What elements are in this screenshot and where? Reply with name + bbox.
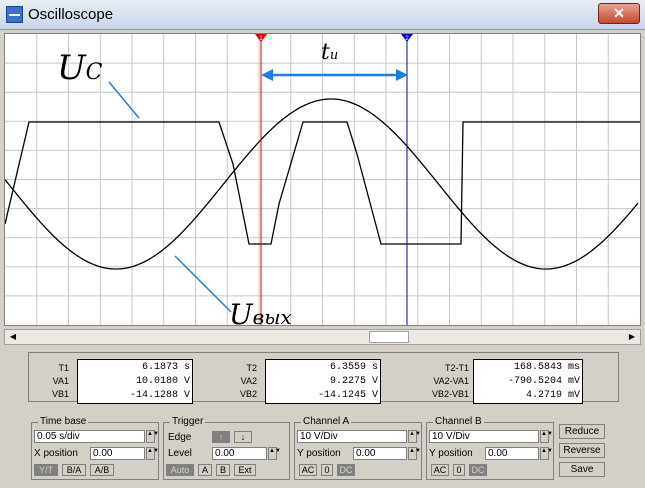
va1-value: 10.0180 — [135, 376, 178, 387]
t2-unit: s — [371, 362, 378, 373]
timebase-group: Time base 0.05 s/div ▲▼ X position 0.00 … — [31, 416, 159, 480]
timebase-title: Time base — [38, 416, 89, 427]
scroll-thumb[interactable] — [369, 331, 409, 343]
xpos-spin-icon[interactable]: ▲▼ — [146, 447, 159, 460]
ti-arrow-right-head — [396, 69, 408, 81]
t1-readout: 6.1873 s 10.0180 V -14.1288 V — [77, 359, 193, 404]
vb2-unit: V — [371, 390, 378, 401]
title-bar: Oscilloscope ✕ — [0, 0, 645, 30]
ab-button[interactable]: A/B — [90, 464, 114, 476]
ti-arrow-left-head — [261, 69, 273, 81]
t1-value: 6.1873 — [141, 362, 178, 373]
channel-b-dc-button[interactable]: DC — [469, 464, 487, 476]
horizontal-scrollbar[interactable]: ◀ ▶ — [4, 329, 641, 345]
uvyx-label: Uвых — [229, 298, 292, 331]
channel-a-zero-button[interactable]: 0 — [321, 464, 333, 476]
rising-edge-icon[interactable]: ↑ — [212, 431, 230, 443]
t1-label: T1 — [58, 363, 69, 373]
channel-b-ypos[interactable]: 0.00 — [485, 447, 539, 460]
channel-a-group: Channel A 10 V/Div ▲▼ Y position 0.00 ▲▼… — [294, 416, 422, 480]
channel-a-ypos-spin-icon[interactable]: ▲▼ — [408, 447, 421, 460]
channel-a-ac-button[interactable]: AC — [299, 464, 317, 476]
va2-label: VA2 — [240, 376, 257, 386]
channel-a-scale[interactable]: 10 V/Div — [297, 430, 407, 443]
dt-unit: ms — [567, 362, 580, 373]
falling-edge-icon[interactable]: ↓ — [234, 431, 252, 443]
trigger-title: Trigger — [170, 416, 206, 427]
level-label: Level — [168, 448, 192, 459]
xpos-field[interactable]: 0.00 — [90, 447, 145, 460]
trigger-a-button[interactable]: A — [198, 464, 212, 476]
yt-button[interactable]: Y/T — [34, 464, 58, 476]
va1-label: VA1 — [52, 376, 69, 386]
save-button[interactable]: Save — [559, 462, 605, 477]
reduce-button[interactable]: Reduce — [559, 424, 605, 439]
scroll-right-icon[interactable]: ▶ — [624, 330, 640, 344]
va2-unit: V — [371, 376, 378, 387]
reverse-button[interactable]: Reverse — [559, 443, 605, 458]
vb1-label: VB1 — [51, 389, 69, 399]
ba-button[interactable]: B/A — [62, 464, 86, 476]
oscilloscope-icon — [6, 6, 23, 23]
dvb-unit: mV — [567, 390, 580, 401]
vb1-unit: V — [183, 390, 190, 401]
channel-a-ypos-label: Y position — [297, 448, 341, 459]
scroll-left-icon[interactable]: ◀ — [5, 330, 21, 344]
vb2-label: VB2 — [239, 389, 257, 399]
ext-button[interactable]: Ext — [234, 464, 256, 476]
channel-b-title: Channel B — [433, 416, 484, 427]
va1-unit: V — [183, 376, 190, 387]
t1-unit: s — [183, 362, 190, 373]
trigger-group: Trigger Edge ↑ ↓ Level 0.00 ▲▼ Auto A B … — [163, 416, 290, 480]
uvyx-pointer — [174, 255, 232, 313]
timebase-spin-icon[interactable]: ▲▼ — [146, 430, 159, 443]
dvb-label: VB2-VB1 — [431, 389, 469, 399]
channel-b-scale-spin-icon[interactable]: ▲▼ — [540, 430, 553, 443]
dva-unit: mV — [567, 376, 580, 387]
va2-value: 9.2275 — [329, 376, 366, 387]
channel-b-ac-button[interactable]: AC — [431, 464, 449, 476]
dva-value: -790.5204 — [507, 376, 562, 387]
delta-readout: 168.5843 ms -790.5204 mV 4.2719 mV — [473, 359, 583, 404]
channel-b-scale[interactable]: 10 V/Div — [429, 430, 539, 443]
channel-a-title: Channel A — [301, 416, 352, 427]
channel-a-ypos[interactable]: 0.00 — [353, 447, 407, 460]
dt-label: T2-T1 — [444, 363, 469, 373]
dva-label: VA2-VA1 — [433, 376, 469, 386]
window-title: Oscilloscope — [28, 6, 114, 23]
measurement-readout: T1 VA1 VB1 6.1873 s 10.0180 V -14.1288 V T2… — [28, 352, 619, 404]
trigger-b-button[interactable]: B — [216, 464, 230, 476]
vb1-value: -14.1288 — [129, 390, 178, 401]
channel-a-dc-button[interactable]: DC — [337, 464, 355, 476]
t2-label: T2 — [246, 363, 257, 373]
t2-value: 6.3559 — [329, 362, 366, 373]
uc-pointer — [108, 81, 140, 119]
t2-readout: 6.3559 s 9.2275 V -14.1245 V — [265, 359, 381, 404]
channel-a-scale-spin-icon[interactable]: ▲▼ — [408, 430, 421, 443]
channel-b-ypos-label: Y position — [429, 448, 473, 459]
vb2-value: -14.1245 — [317, 390, 366, 401]
uc-label: UC — [57, 48, 103, 88]
xpos-label: X position — [34, 448, 78, 459]
channel-b-zero-button[interactable]: 0 — [453, 464, 465, 476]
scope-display: 1 2 UC tи Uвых — [4, 33, 641, 331]
close-icon: ✕ — [613, 5, 625, 21]
dvb-value: 4.2719 — [525, 390, 562, 401]
auto-button[interactable]: Auto — [166, 464, 194, 476]
ti-label: tи — [321, 40, 339, 65]
timebase-scale[interactable]: 0.05 s/div — [34, 430, 145, 443]
dt-value: 168.5843 — [513, 362, 562, 373]
edge-label: Edge — [168, 432, 192, 443]
channel-b-group: Channel B 10 V/Div ▲▼ Y position 0.00 ▲▼… — [426, 416, 554, 480]
level-field[interactable]: 0.00 — [212, 447, 267, 460]
channel-b-ypos-spin-icon[interactable]: ▲▼ — [540, 447, 553, 460]
close-button[interactable]: ✕ — [598, 3, 640, 24]
level-spin-icon[interactable]: ▲▼ — [268, 447, 281, 460]
